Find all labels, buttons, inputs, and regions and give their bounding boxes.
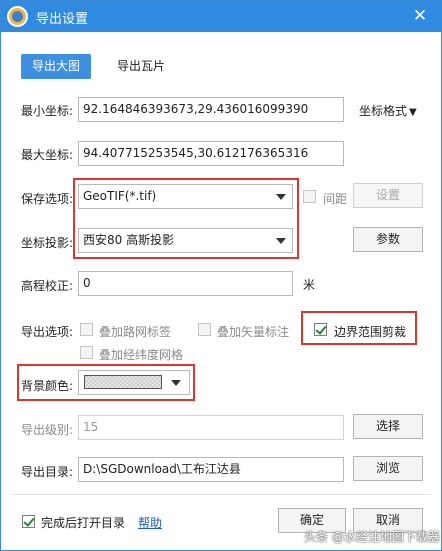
- highlight-save-projection: [73, 178, 299, 259]
- save-option-label: 保存选项:: [21, 192, 74, 206]
- elevation-unit: 米: [303, 278, 316, 292]
- min-coord-input[interactable]: 92.164846393673,29.436016099390: [78, 97, 344, 122]
- globe-app-icon: [7, 6, 28, 27]
- grid-label: 叠加经纬度网格: [99, 348, 184, 362]
- max-coord-label: 最大坐标:: [21, 148, 74, 162]
- window-title: 导出设置: [36, 12, 89, 27]
- road-labels-checkbox[interactable]: [80, 323, 93, 336]
- highlight-bg-color: [17, 364, 195, 401]
- tab-export-tiles[interactable]: 导出瓦片: [106, 54, 176, 79]
- params-button[interactable]: 参数: [353, 227, 423, 252]
- grid-checkbox[interactable]: [80, 346, 93, 359]
- open-after-checkbox[interactable]: [22, 515, 35, 528]
- min-coord-label: 最小坐标:: [21, 104, 74, 118]
- close-icon[interactable]: ✕: [409, 5, 431, 27]
- coord-format-dropdown[interactable]: 坐标格式 ▼: [359, 102, 417, 119]
- vector-labels-checkbox[interactable]: [198, 323, 211, 336]
- divider: [11, 494, 431, 495]
- export-level-label: 导出级别:: [21, 423, 74, 437]
- export-settings-dialog: 导出设置 ✕ 导出大图 导出瓦片 最小坐标: 92.164846393673,2…: [0, 0, 442, 551]
- export-level-input[interactable]: 15: [78, 415, 344, 440]
- tab-export-large-image[interactable]: 导出大图: [21, 54, 91, 79]
- projection-label: 坐标投影:: [21, 236, 74, 250]
- export-dir-label: 导出目录:: [21, 465, 74, 479]
- elevation-input[interactable]: 0: [78, 271, 293, 296]
- export-options-label: 导出选项:: [21, 325, 74, 339]
- road-labels-label: 叠加路网标签: [99, 325, 172, 339]
- spacing-checkbox[interactable]: [303, 190, 316, 203]
- chevron-down-icon: ▼: [409, 107, 417, 118]
- help-link[interactable]: 帮助: [138, 514, 162, 531]
- spacing-label: 间距: [323, 192, 348, 206]
- elevation-label: 高程校正:: [21, 279, 74, 293]
- coord-format-label: 坐标格式: [359, 104, 408, 118]
- title-bar[interactable]: 导出设置 ✕: [1, 1, 441, 32]
- export-dir-input[interactable]: D:\SGDownload\工布江达县: [78, 457, 344, 482]
- select-button[interactable]: 选择: [353, 414, 423, 439]
- browse-button[interactable]: 浏览: [353, 456, 423, 481]
- watermark-text: 头条 @水经注地图下载器: [304, 530, 440, 544]
- vector-labels-label: 叠加矢量标注: [217, 325, 290, 339]
- settings-button[interactable]: 设置: [353, 183, 423, 208]
- highlight-boundary-clip: [301, 311, 417, 345]
- open-after-label: 完成后打开目录: [41, 516, 126, 530]
- max-coord-input[interactable]: 94.407715253545,30.612176365316: [78, 141, 344, 166]
